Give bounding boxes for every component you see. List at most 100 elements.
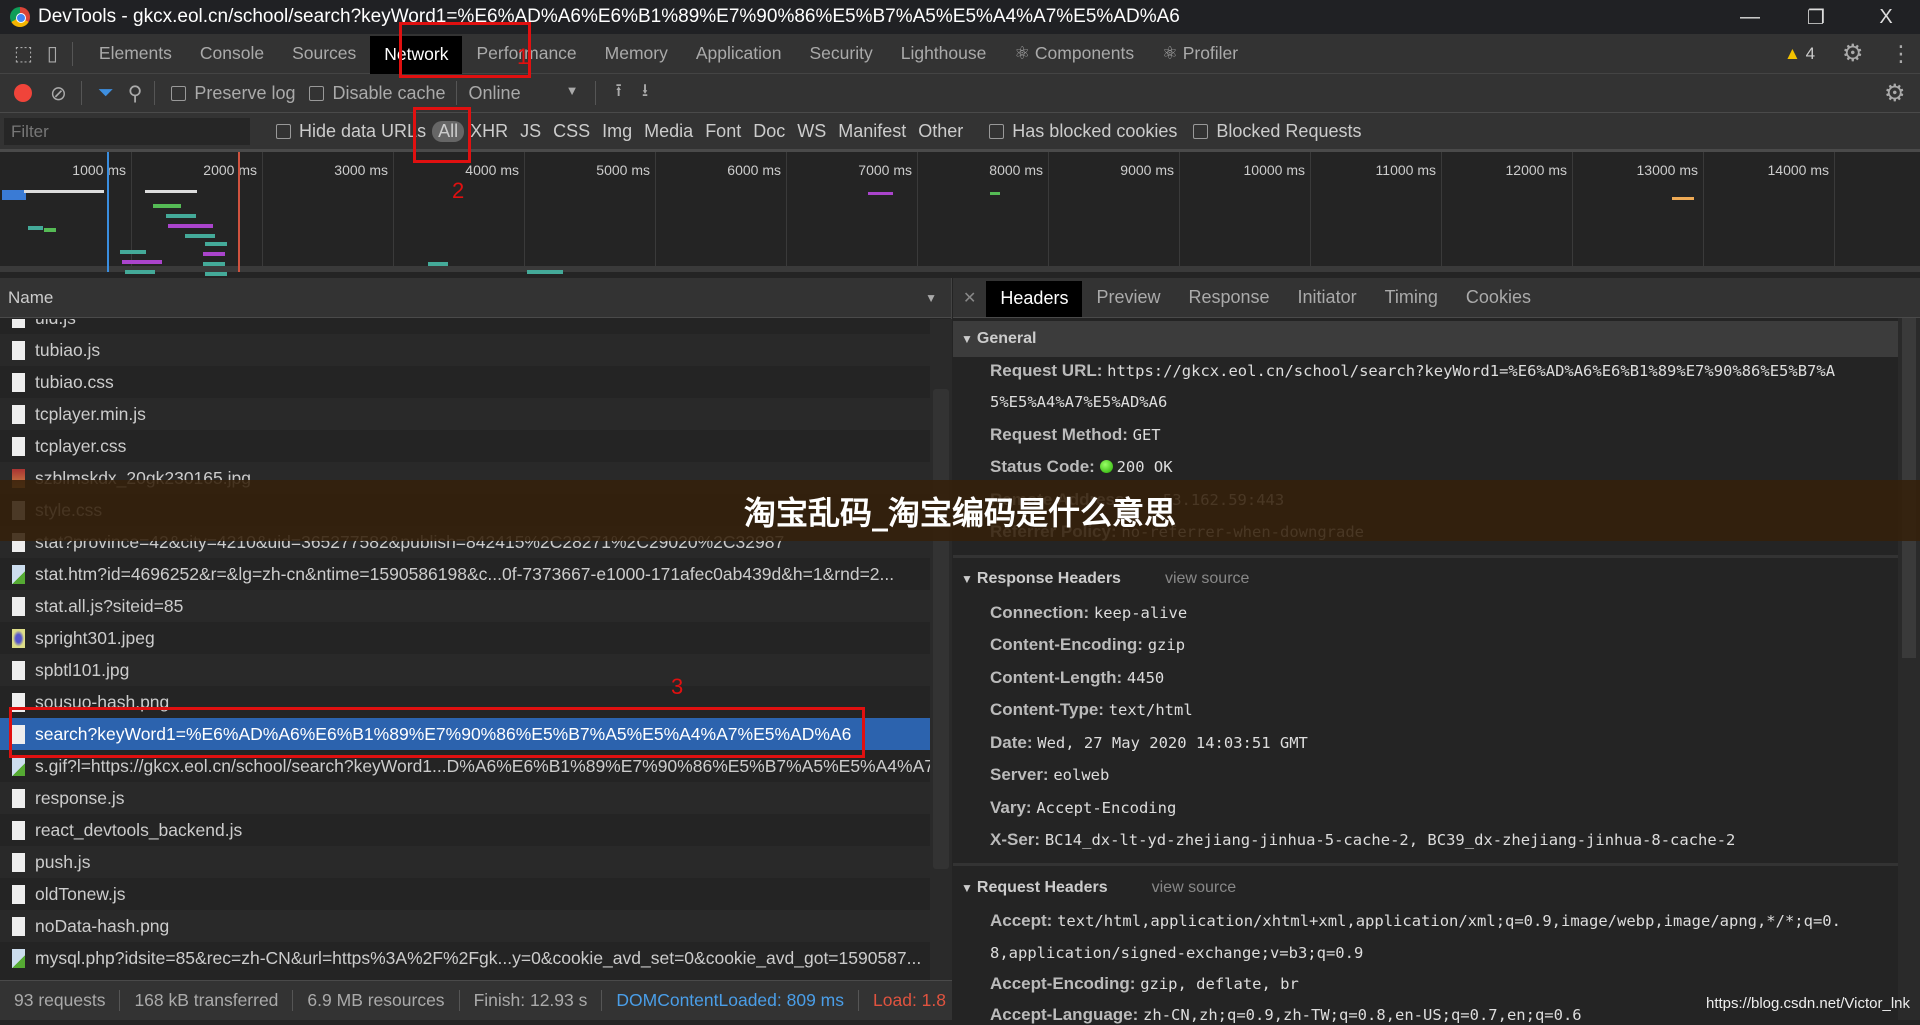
tab-application[interactable]: Application xyxy=(682,34,796,74)
request-name: s.gif?l=https://gkcx.eol.cn/school/searc… xyxy=(35,755,930,776)
request-name: oldTonew.js xyxy=(35,883,126,904)
tab-components[interactable]: ⚛ Components xyxy=(1000,34,1148,74)
request-row[interactable]: react_devtools_backend.js xyxy=(0,814,930,846)
disable-cache-checkbox[interactable]: Disable cache xyxy=(309,83,446,104)
more-options-icon[interactable]: ⋮ xyxy=(1890,41,1912,67)
filter-type-js[interactable]: JS xyxy=(514,121,547,142)
general-section-header[interactable]: ▼ General xyxy=(953,321,1898,357)
document-file-icon xyxy=(12,820,25,840)
request-row[interactable]: spright301.jpeg xyxy=(0,622,930,654)
restore-button[interactable]: ❐ xyxy=(1788,0,1844,34)
settings-gear-icon[interactable]: ⚙ xyxy=(1842,39,1864,68)
header-value: text/html xyxy=(1108,701,1193,719)
filter-type-other[interactable]: Other xyxy=(912,121,969,142)
dom-content-loaded-time: DOMContentLoaded: 809 ms xyxy=(602,990,860,1011)
export-har-icon[interactable]: ⭳ xyxy=(642,78,648,108)
detail-tabs: ✕ Headers Preview Response Initiator Timing Co… xyxy=(953,278,1920,318)
tab-profiler[interactable]: ⚛ Profiler xyxy=(1148,34,1252,74)
detail-scrollbar[interactable] xyxy=(1898,318,1920,1020)
timeline-request-bar xyxy=(990,192,1000,195)
filter-input[interactable]: Filter xyxy=(4,117,250,145)
request-headers-section-header[interactable]: ▼ Request Headers view source xyxy=(953,870,1898,906)
request-list-scrollbar[interactable] xyxy=(930,319,952,980)
header-value: 200 OK xyxy=(1116,458,1173,476)
annotation-box-search-request xyxy=(9,707,865,758)
request-row[interactable]: response.js xyxy=(0,782,930,814)
sort-chevron-icon: ▼ xyxy=(925,290,937,305)
header-row: Accept-Encoding: gzip, deflate, br xyxy=(990,974,1299,994)
blocked-requests-checkbox[interactable]: Blocked Requests xyxy=(1193,121,1361,142)
hide-data-urls-checkbox[interactable]: Hide data URLs xyxy=(276,121,426,142)
filter-type-font[interactable]: Font xyxy=(699,121,747,142)
close-window-button[interactable]: X xyxy=(1858,0,1914,34)
request-row[interactable]: mysql.php?idsite=85&rec=zh-CN&url=https%… xyxy=(0,942,930,974)
header-name: Date: xyxy=(990,733,1033,752)
request-row[interactable]: uid.js xyxy=(0,319,930,334)
request-row[interactable]: tcplayer.css xyxy=(0,430,930,462)
network-overview-timeline[interactable]: 1000 ms 2000 ms 3000 ms 4000 ms 5000 ms 6000 … xyxy=(0,152,1920,276)
detail-tab-preview[interactable]: Preview xyxy=(1082,280,1174,316)
filter-type-media[interactable]: Media xyxy=(638,121,699,142)
request-row[interactable]: tubiao.css xyxy=(0,366,930,398)
filter-type-manifest[interactable]: Manifest xyxy=(832,121,912,142)
has-blocked-cookies-checkbox[interactable]: Has blocked cookies xyxy=(989,121,1177,142)
request-row[interactable]: push.js xyxy=(0,846,930,878)
annotation-box-all-filter xyxy=(413,107,471,163)
detail-tab-timing[interactable]: Timing xyxy=(1371,280,1452,316)
filter-type-xhr[interactable]: XHR xyxy=(464,121,514,142)
search-icon[interactable]: ⚲ xyxy=(128,81,143,106)
header-row: Status Code: 200 OK xyxy=(990,457,1173,477)
tab-console[interactable]: Console xyxy=(186,34,278,74)
request-row[interactable]: stat.all.js?siteid=85 xyxy=(0,590,930,622)
detail-tab-headers[interactable]: Headers xyxy=(986,280,1083,317)
timeline-request-bar xyxy=(428,262,448,266)
detail-tab-initiator[interactable]: Initiator xyxy=(1284,280,1371,316)
tab-lighthouse[interactable]: Lighthouse xyxy=(887,34,1001,74)
filter-type-ws[interactable]: WS xyxy=(791,121,832,142)
preserve-log-checkbox[interactable]: Preserve log xyxy=(171,83,295,104)
request-row[interactable]: spbtl101.jpg xyxy=(0,654,930,686)
tab-memory[interactable]: Memory xyxy=(591,34,682,74)
filter-type-css[interactable]: CSS xyxy=(547,121,596,142)
inspect-element-icon[interactable]: ⬚ xyxy=(14,41,33,66)
header-row: 5%E5%A4%A7%E5%AD%A6 xyxy=(990,392,1167,412)
record-button[interactable] xyxy=(14,84,32,102)
tab-security[interactable]: Security xyxy=(796,34,887,74)
request-row[interactable]: oldTonew.js xyxy=(0,878,930,910)
request-row[interactable]: noData-hash.png xyxy=(0,910,930,942)
timeline-gridline xyxy=(131,152,132,272)
document-file-icon xyxy=(12,319,25,328)
detail-tab-cookies[interactable]: Cookies xyxy=(1452,280,1545,316)
throttling-select[interactable]: Online ▼ xyxy=(469,83,579,104)
view-source-link[interactable]: view source xyxy=(1152,879,1236,897)
network-settings-gear-icon[interactable]: ⚙ xyxy=(1884,79,1906,108)
import-har-icon[interactable]: ⭱ xyxy=(616,78,622,108)
header-name: Server: xyxy=(990,765,1049,784)
tab-sources[interactable]: Sources xyxy=(278,34,370,74)
request-row[interactable]: tubiao.js xyxy=(0,334,930,366)
timeline-request-bar xyxy=(203,262,225,266)
filter-icon[interactable]: ⏷ xyxy=(98,82,114,105)
requests-count: 93 requests xyxy=(0,990,121,1011)
filter-type-doc[interactable]: Doc xyxy=(747,121,791,142)
view-source-link[interactable]: view source xyxy=(1165,570,1249,588)
filter-type-img[interactable]: Img xyxy=(596,121,638,142)
close-detail-icon[interactable]: ✕ xyxy=(953,288,986,308)
minimize-button[interactable]: — xyxy=(1722,0,1778,34)
name-column-header[interactable]: Name ▼ xyxy=(0,278,951,318)
timeline-request-bar xyxy=(120,250,146,254)
header-value: Accept-Encoding xyxy=(1036,799,1177,817)
request-name: tcplayer.css xyxy=(35,435,127,456)
tab-elements[interactable]: Elements xyxy=(85,34,186,74)
timeline-gridline xyxy=(1572,152,1573,272)
timeline-tick-label: 14000 ms xyxy=(1767,162,1829,178)
clear-icon[interactable]: ⊘ xyxy=(50,81,67,106)
device-toolbar-icon[interactable]: ▯ xyxy=(47,41,58,66)
detail-tab-response[interactable]: Response xyxy=(1174,280,1283,316)
request-row[interactable]: tcplayer.min.js xyxy=(0,398,930,430)
warnings-badge[interactable]: ▲ 4 xyxy=(1784,44,1815,64)
response-headers-section-header[interactable]: ▼ Response Headers view source xyxy=(953,561,1898,597)
request-row[interactable]: stat.htm?id=4696252&r=&lg=zh-cn&ntime=15… xyxy=(0,558,930,590)
header-name: Content-Length: xyxy=(990,668,1123,687)
header-name: Vary: xyxy=(990,798,1032,817)
